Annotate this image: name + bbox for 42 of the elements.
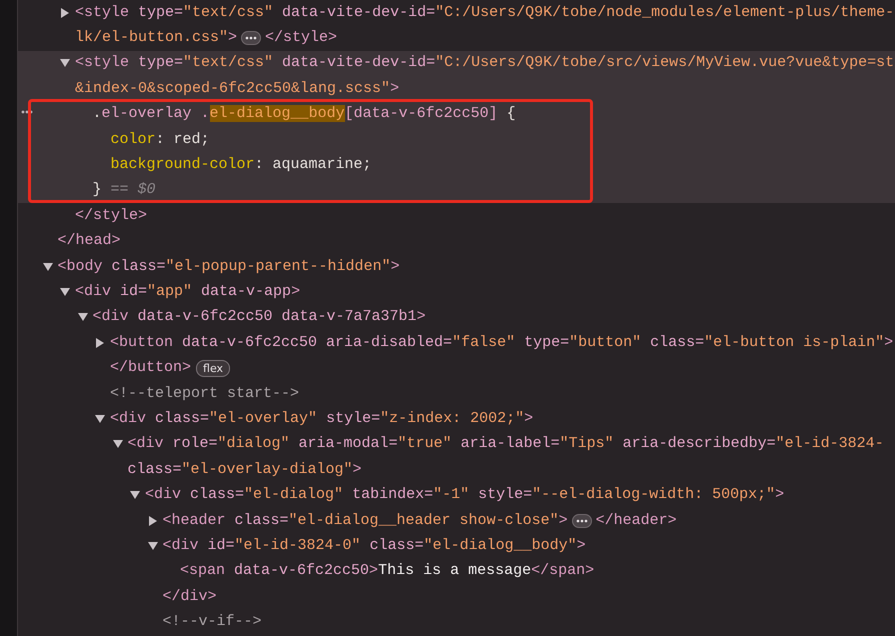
collapsed-arrow-icon[interactable] <box>95 338 105 348</box>
code-line: <!--v-if--> <box>162 612 262 632</box>
code-line: } == $0 <box>92 180 156 200</box>
ellipsis-icon[interactable] <box>241 31 262 46</box>
code-line: <style type="text/css" data-vite-dev-id="C:/Users/Q9K/tobe/node_modules/element-plus/theme- <box>75 2 894 23</box>
code-line: </div> <box>162 586 217 607</box>
code-line: lk/el-button.css"> <box>75 28 238 48</box>
code-line: <div data-v-6fc2cc50 data-v-7a7a37b1> <box>92 307 426 328</box>
closing-tag: </style> <box>265 28 338 48</box>
collapsed-arrow-icon[interactable] <box>148 516 158 526</box>
code-line: </button> <box>110 358 192 378</box>
expanded-arrow-icon[interactable] <box>148 540 158 551</box>
code-line: <div class="el-overlay" style="z-index: 2002;"> <box>110 408 534 429</box>
code-line: color: red; <box>110 130 210 150</box>
code-line: <!--teleport start--> <box>110 384 300 404</box>
collapsed-arrow-icon[interactable] <box>60 8 70 18</box>
expanded-arrow-icon[interactable] <box>112 439 122 450</box>
closing-tag: </header> <box>596 510 677 530</box>
code-line: <div role="dialog" aria-modal="true" aria-label="Tips" aria-describedby="el-id-3824- <box>128 434 884 454</box>
code-line: <button data-v-6fc2cc50 aria-disabled="false" type="button" class="el-button is-plain"> <box>110 332 894 353</box>
expanded-arrow-icon[interactable] <box>95 414 105 424</box>
code-line: <style type="text/css" data-vite-dev-id="C:/Users/Q9K/tobe/src/views/MyView.vue?vue&type=st <box>75 53 894 74</box>
expanded-arrow-icon[interactable] <box>42 262 52 272</box>
expanded-arrow-icon[interactable] <box>78 312 88 322</box>
ellipsis-icon[interactable] <box>572 514 592 528</box>
code-line: .el-overlay .el-dialog__body[data-v-6fc2cc50] { <box>92 104 516 124</box>
expanded-arrow-icon[interactable] <box>60 58 70 68</box>
code-line: class="el-overlay-dialog"> <box>128 460 362 480</box>
expanded-arrow-icon[interactable] <box>60 286 70 297</box>
code-line: <header class="el-dialog__header show-close"> <box>162 510 568 530</box>
code-line: &index-0&scoped-6fc2cc50&lang.scss"> <box>75 78 400 99</box>
flex-badge[interactable]: flex <box>196 360 230 377</box>
code-line: background-color: aquamarine; <box>110 155 372 176</box>
code-line: <span data-v-6fc2cc50>This is a message</span> <box>180 561 594 582</box>
code-line: </style> <box>75 206 148 226</box>
code-line: <div id="el-id-3824-0" class="el-dialog__body"> <box>162 536 586 556</box>
code-line: </head> <box>58 231 121 252</box>
code-line: <div id="app" data-v-app> <box>75 282 300 302</box>
code-line: <body class="el-popup-parent--hidden"> <box>58 256 400 277</box>
expanded-arrow-icon[interactable] <box>130 490 140 500</box>
more-icon[interactable] <box>21 110 33 114</box>
code-line: <div class="el-dialog" tabindex="-1" style="--el-dialog-width: 500px;"> <box>145 485 784 506</box>
